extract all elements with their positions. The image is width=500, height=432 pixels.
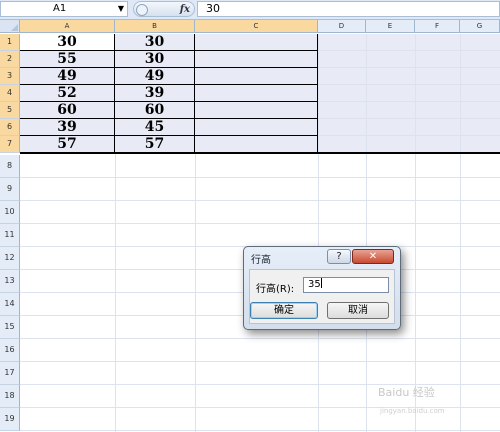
row-height-input[interactable]: 35 — [303, 277, 389, 293]
row-height-label: 行高(R): — [256, 284, 295, 295]
grid-line — [20, 430, 500, 431]
grid-line — [366, 34, 367, 432]
row-header-14[interactable]: 14 — [0, 293, 20, 316]
row-header-3[interactable]: 3 — [0, 68, 20, 85]
cell-a6[interactable]: 39 — [20, 119, 115, 136]
row-height-value: 35 — [308, 279, 321, 290]
select-all-corner[interactable] — [0, 20, 20, 33]
grid-line — [20, 338, 500, 339]
cell-a1[interactable]: 30 — [20, 34, 115, 51]
text-caret — [320, 278, 322, 288]
cell-a5[interactable]: 60 — [20, 102, 115, 119]
column-header-d[interactable]: D — [318, 20, 366, 33]
row-header-5[interactable]: 5 — [0, 102, 20, 119]
column-header-f[interactable]: F — [415, 20, 460, 33]
watermark-url: jingyan.baidu.com — [380, 407, 445, 415]
cell-c2[interactable] — [195, 51, 318, 68]
help-button[interactable]: ? — [327, 249, 351, 264]
row-header-13[interactable]: 13 — [0, 270, 20, 293]
ok-button[interactable]: 确定 — [250, 302, 318, 319]
name-box[interactable]: A1 ▼ — [0, 1, 128, 17]
row-header-10[interactable]: 10 — [0, 201, 20, 224]
cell-c3[interactable] — [195, 68, 318, 85]
insert-function-button[interactable]: fx — [133, 1, 195, 17]
column-header-g[interactable]: G — [460, 20, 500, 33]
grid-line — [20, 361, 500, 362]
row-header-16[interactable]: 16 — [0, 339, 20, 362]
cell-c7[interactable] — [195, 136, 318, 153]
cell-b3[interactable]: 49 — [115, 68, 195, 85]
cell-c5[interactable] — [195, 102, 318, 119]
cell-a4[interactable]: 52 — [20, 85, 115, 102]
cell-b7[interactable]: 57 — [115, 136, 195, 153]
fx-icon[interactable]: fx — [180, 2, 190, 17]
cell-c1[interactable] — [195, 34, 318, 51]
cell-b2[interactable]: 30 — [115, 51, 195, 68]
cell-a2[interactable]: 55 — [20, 51, 115, 68]
row-header-11[interactable]: 11 — [0, 224, 20, 247]
row-header-15[interactable]: 15 — [0, 316, 20, 339]
grid-line — [460, 34, 461, 432]
cancel-button[interactable]: 取消 — [327, 302, 389, 319]
grid-line — [20, 223, 500, 224]
column-header-b[interactable]: B — [115, 20, 195, 33]
formula-bar: A1 ▼ fx 30 — [0, 0, 500, 20]
row7-bottom-border — [20, 152, 500, 154]
cell-b1[interactable]: 30 — [115, 34, 195, 51]
chevron-down-icon[interactable]: ▼ — [118, 2, 124, 16]
cell-b4[interactable]: 39 — [115, 85, 195, 102]
column-header-a[interactable]: A — [20, 20, 115, 33]
row-header-19[interactable]: 19 — [0, 408, 20, 431]
row-header-9[interactable]: 9 — [0, 178, 20, 201]
cell-b5[interactable]: 60 — [115, 102, 195, 119]
row-header-1[interactable]: 1 — [0, 34, 20, 51]
dialog-title: 行高 — [251, 255, 271, 266]
row-header-18[interactable]: 18 — [0, 385, 20, 408]
close-button[interactable]: ✕ — [352, 249, 394, 264]
row-header-12[interactable]: 12 — [0, 247, 20, 270]
row-header-2[interactable]: 2 — [0, 51, 20, 68]
cell-a3[interactable]: 49 — [20, 68, 115, 85]
row-header-7[interactable]: 7 — [0, 136, 20, 153]
formula-input[interactable]: 30 — [197, 1, 500, 17]
grid-line — [20, 177, 500, 178]
row-header-17[interactable]: 17 — [0, 362, 20, 385]
cell-b6[interactable]: 45 — [115, 119, 195, 136]
cell-a7[interactable]: 57 — [20, 136, 115, 153]
column-header-c[interactable]: C — [195, 20, 318, 33]
expand-knob-icon[interactable] — [136, 4, 148, 16]
grid-line — [415, 34, 416, 432]
cell-c6[interactable] — [195, 119, 318, 136]
cell-c4[interactable] — [195, 85, 318, 102]
row-header-4[interactable]: 4 — [0, 85, 20, 102]
column-header-e[interactable]: E — [366, 20, 415, 33]
row-header-8[interactable]: 8 — [0, 155, 20, 178]
grid-line — [20, 200, 500, 201]
watermark-logo: Baidu 经验 — [378, 386, 435, 399]
grid-line — [318, 34, 319, 432]
name-box-value: A1 — [53, 3, 67, 14]
row-header-6[interactable]: 6 — [0, 119, 20, 136]
